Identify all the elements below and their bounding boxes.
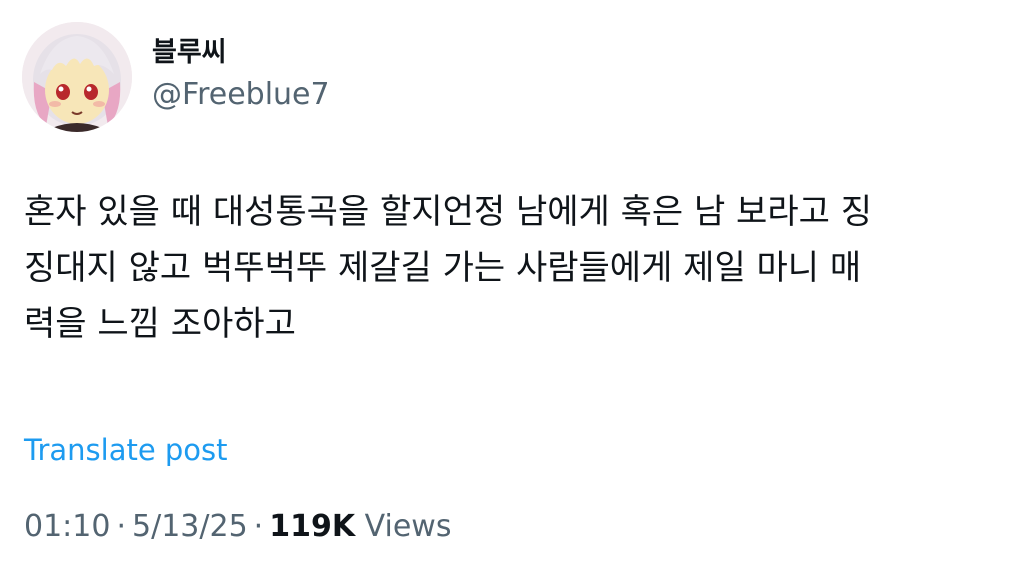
post-date[interactable]: 5/13/25 <box>132 509 248 544</box>
meta-separator: · <box>253 509 264 544</box>
author-names: 블루씨 @Freeblue7 <box>152 35 330 115</box>
post-text-line: 징대지 않고 벅뚜벅뚜 제갈길 가는 사람들에게 제일 마니 매 <box>24 248 862 288</box>
post-meta: 01:10 · 5/13/25 · 119K Views <box>24 506 451 548</box>
post-text: 혼자 있을 때 대성통곡을 할지언정 남에게 혹은 남 보라고 징 징대지 않고… <box>24 184 1004 352</box>
avatar[interactable] <box>22 22 132 132</box>
display-name[interactable]: 블루씨 <box>152 35 330 71</box>
anime-girl-avatar-icon <box>22 22 132 132</box>
tweet-header: 블루씨 @Freeblue7 <box>22 22 330 132</box>
post-time[interactable]: 01:10 <box>24 509 110 544</box>
post-text-line: 혼자 있을 때 대성통곡을 할지언정 남에게 혹은 남 보라고 징 <box>24 192 872 232</box>
views-count[interactable]: 119K <box>269 509 355 544</box>
post-text-line: 력을 느낌 조아하고 <box>24 304 296 344</box>
translate-post-link[interactable]: Translate post <box>24 430 228 470</box>
user-handle[interactable]: @Freeblue7 <box>152 75 330 115</box>
views-label: Views <box>364 509 452 544</box>
tweet: 블루씨 @Freeblue7 혼자 있을 때 대성통곡을 할지언정 남에게 혹은… <box>0 0 1024 576</box>
meta-separator: · <box>116 509 127 544</box>
